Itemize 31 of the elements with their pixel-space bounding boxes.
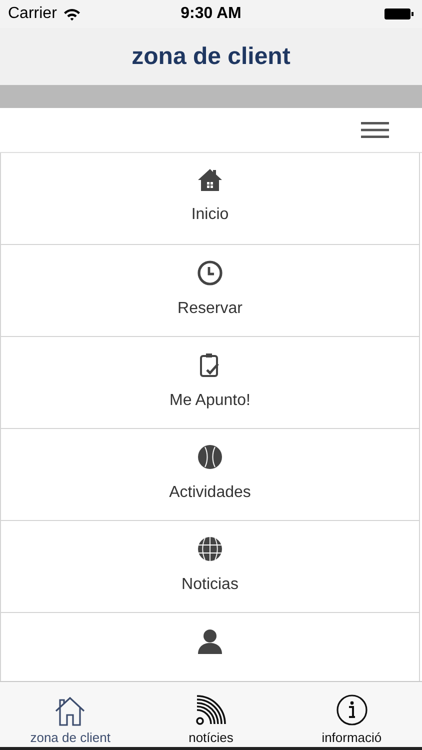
menu-item-label: Me Apunto!: [170, 392, 250, 410]
menu-item-label: Noticias: [182, 576, 238, 594]
feed-icon: [195, 694, 227, 726]
menu-item-label: Actividades: [169, 484, 251, 502]
menu-icon[interactable]: [361, 122, 389, 138]
clipboard-icon: [199, 352, 221, 378]
menu-item[interactable]: Me Apunto!: [0, 337, 420, 429]
menu-item[interactable]: Reservar: [0, 245, 420, 337]
tab[interactable]: notícies: [140, 682, 282, 747]
ball-icon: [197, 444, 223, 470]
tab-label: informació: [322, 730, 382, 745]
nav-title: zona de client: [132, 42, 290, 70]
clock-icon: [197, 260, 223, 286]
status-time: 9:30 AM: [180, 5, 242, 23]
info-icon: [336, 694, 368, 726]
menu-item[interactable]: Noticias: [0, 521, 420, 613]
tab-label: zona de client: [30, 730, 110, 745]
carrier-label: Carrier: [8, 5, 57, 23]
house-icon: [197, 168, 223, 192]
menu-item-label: Inicio: [191, 206, 229, 224]
menu-item[interactable]: Inicio: [0, 153, 420, 245]
house-icon: [54, 696, 86, 726]
menu-item-label: Reservar: [178, 300, 242, 318]
person-icon: [197, 628, 223, 654]
tab[interactable]: informació: [281, 682, 422, 747]
tab-label: notícies: [188, 730, 234, 745]
globe-icon: [197, 536, 223, 562]
menu-item[interactable]: Actividades: [0, 429, 420, 521]
wifi-icon: [62, 8, 81, 20]
tab[interactable]: zona de client: [0, 682, 141, 747]
battery-icon: [384, 8, 414, 20]
